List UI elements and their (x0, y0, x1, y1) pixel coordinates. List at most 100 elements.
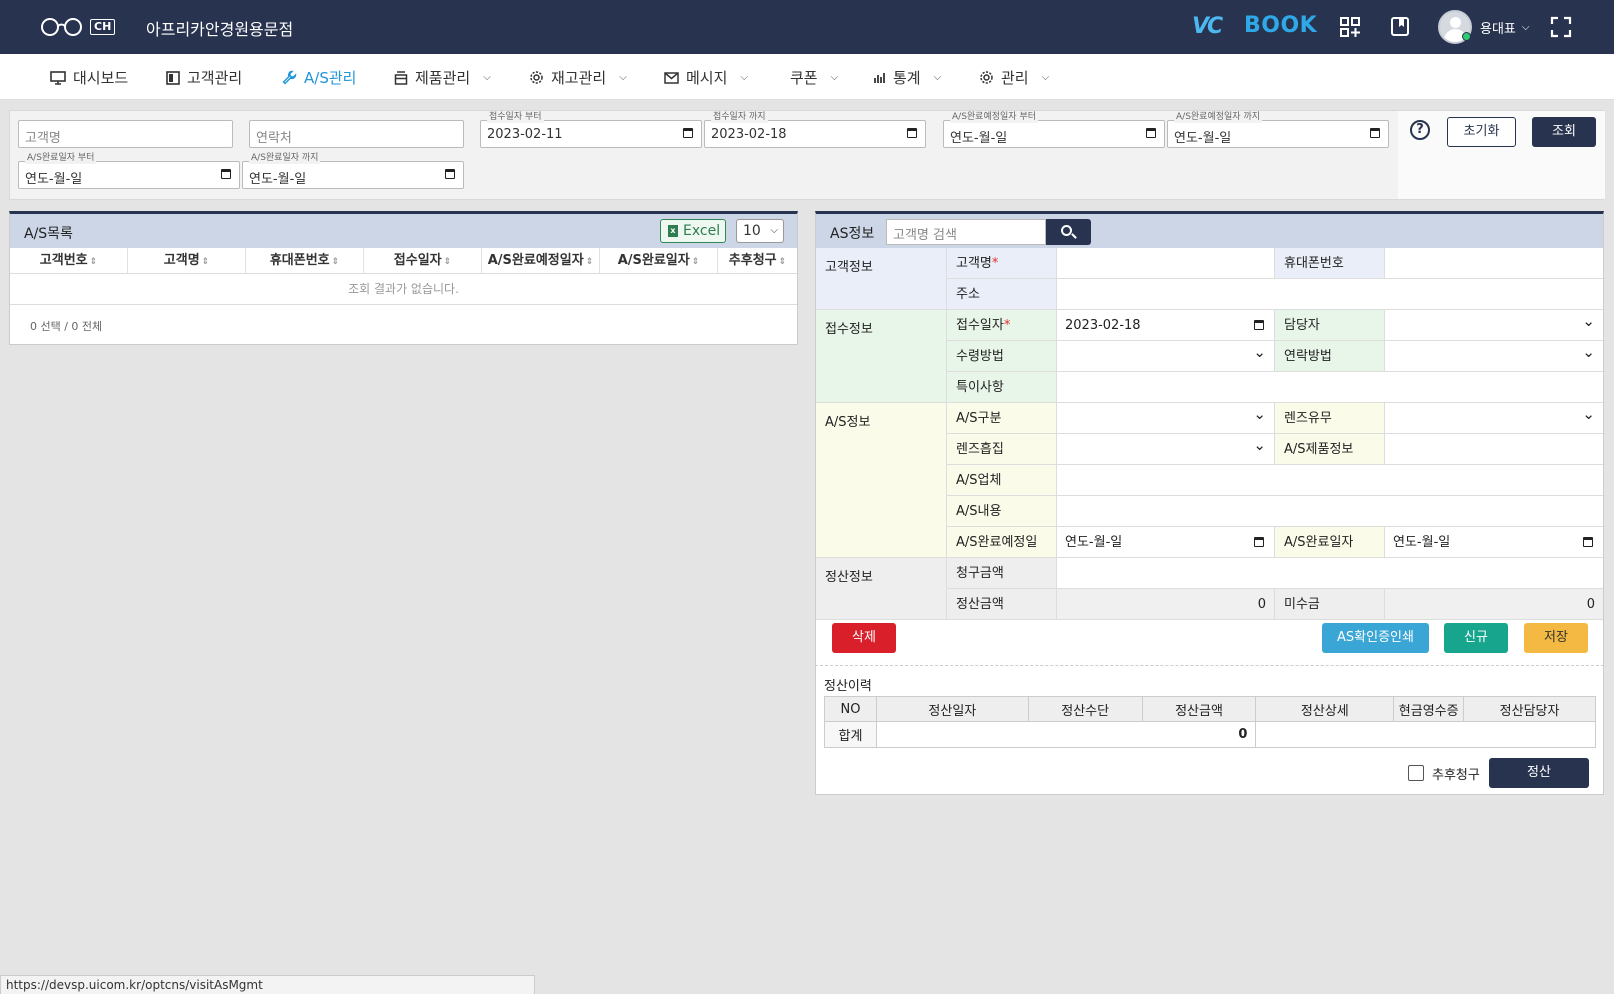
column-header[interactable]: 고객번호 ⇕ (10, 248, 128, 273)
calendar-icon (1254, 537, 1264, 547)
as-due-date-from[interactable]: A/S완료예정일자 부터 연도-월-일 (943, 112, 1165, 148)
menu-dashboard[interactable]: 대시보드 (50, 67, 128, 88)
wrench-icon (282, 70, 297, 85)
print-as-certificate-button[interactable]: AS확인증인쇄 (1322, 623, 1429, 653)
label-settled-amount: 정산금액 (947, 589, 1057, 620)
user-menu[interactable]: 용대표 ⌵ (1438, 10, 1529, 44)
label-as-vendor: A/S업체 (947, 465, 1057, 496)
excel-export-button[interactable]: x Excel (660, 219, 726, 243)
column-header[interactable]: A/S완료예정일자 ⇕ (482, 248, 600, 273)
contact-method-select[interactable] (1385, 337, 1603, 372)
divider (815, 665, 1604, 666)
menu-label: 메시지 (686, 69, 728, 87)
sort-icon: ⇕ (89, 257, 98, 267)
menu-label: 고객관리 (187, 69, 243, 87)
floating-label: A/S완료예정일자 까지 (1174, 112, 1263, 123)
as-done-date-field[interactable]: 연도-월-일 (1385, 527, 1603, 558)
calendar-icon[interactable] (907, 128, 917, 138)
menu-message[interactable]: 메시지 ⌵ (664, 67, 748, 88)
customer-name-filter[interactable]: 고객명 (18, 120, 233, 148)
manager-select[interactable] (1385, 306, 1603, 341)
remarks-field[interactable] (1057, 372, 1603, 403)
shop-name: 아프리카안경원용문점 (146, 20, 294, 39)
as-type-select[interactable] (1057, 399, 1275, 434)
label-remarks: 특이사항 (947, 372, 1057, 403)
new-button[interactable]: 신규 (1444, 623, 1508, 653)
excel-label: Excel (683, 223, 721, 239)
as-content-field[interactable] (1057, 496, 1603, 527)
mobile-field[interactable] (1385, 248, 1603, 279)
column-header: 정산금액 (1141, 696, 1257, 722)
column-header[interactable]: A/S완료일자 ⇕ (600, 248, 718, 273)
section-settlement: 정산정보 (816, 558, 947, 620)
as-done-date-from[interactable]: A/S완료일자 부터 연도-월-일 (18, 153, 240, 189)
help-icon[interactable]: ? (1410, 120, 1430, 140)
as-due-date-field[interactable]: 연도-월-일 (1057, 527, 1275, 558)
app-logo[interactable]: CH (40, 17, 116, 37)
menu-inventory[interactable]: 재고관리 ⌵ (529, 67, 627, 88)
floating-label: A/S완료일자 까지 (249, 153, 321, 164)
calendar-icon[interactable] (683, 128, 693, 138)
customer-name-field[interactable] (1057, 248, 1275, 279)
bill-amount-field[interactable] (1057, 558, 1603, 589)
settle-button[interactable]: 정산 (1489, 758, 1589, 788)
calendar-icon[interactable] (445, 169, 455, 179)
online-status-dot (1462, 32, 1471, 41)
page-size-select[interactable]: 10 ⌵ (736, 219, 784, 243)
calendar-icon[interactable] (1370, 128, 1380, 138)
menu-customer[interactable]: 고객관리 (166, 67, 242, 88)
panel-header: AS정보 고객명 검색 (816, 214, 1603, 248)
menu-label: A/S관리 (304, 69, 357, 87)
delete-button[interactable]: 삭제 (832, 623, 896, 653)
customer-search-button[interactable] (1046, 219, 1091, 245)
save-button[interactable]: 저장 (1524, 623, 1588, 653)
column-header[interactable]: 휴대폰번호 ⇕ (246, 248, 364, 273)
chevron-down-icon: ⌵ (619, 72, 627, 83)
empty-message: 조회 결과가 없습니다. (10, 274, 797, 305)
column-header[interactable]: 접수일자 ⇕ (364, 248, 482, 273)
reset-button[interactable]: 초기화 (1447, 117, 1516, 147)
brand-book-logo: BOOK (1244, 13, 1318, 38)
sort-icon: ⇕ (443, 257, 452, 267)
calendar-icon[interactable] (221, 169, 231, 179)
search-button[interactable]: 조회 (1532, 117, 1596, 147)
recv-date-from[interactable]: 접수일자 부터 2023-02-11 (480, 112, 702, 148)
address-field[interactable] (1057, 279, 1603, 310)
lens-collect-select[interactable] (1057, 430, 1275, 465)
contact-filter[interactable]: 연락처 (249, 120, 464, 148)
recv-date-to[interactable]: 접수일자 까지 2023-02-18 (704, 112, 926, 148)
as-due-date-to[interactable]: A/S완료예정일자 까지 연도-월-일 (1167, 112, 1389, 148)
chevron-down-icon: ⌵ (933, 72, 942, 83)
pickup-select[interactable] (1057, 337, 1275, 372)
chevron-down-icon: ⌵ (1041, 72, 1050, 83)
as-product-field[interactable] (1385, 434, 1603, 465)
lens-select[interactable] (1385, 399, 1603, 434)
selection-count: 0 선택 / 0 전체 (30, 320, 103, 333)
panel-title: AS정보 (830, 226, 875, 242)
sort-icon: ⇕ (201, 257, 210, 267)
calendar-icon[interactable] (1146, 128, 1156, 138)
column-header[interactable]: 추후청구 ⇕ (718, 248, 797, 273)
later-bill-checkbox[interactable] (1408, 765, 1424, 781)
customer-search-input[interactable]: 고객명 검색 (886, 219, 1046, 245)
as-done-date-to[interactable]: A/S완료일자 까지 연도-월-일 (242, 153, 464, 189)
bookmark-book-icon[interactable] (1388, 15, 1412, 39)
menu-statistics[interactable]: 통계 ⌵ (873, 67, 941, 88)
menu-coupon[interactable]: 쿠폰 ⌵ (790, 67, 838, 88)
column-header[interactable]: 고객명 ⇕ (128, 248, 246, 273)
as-vendor-field[interactable] (1057, 465, 1603, 496)
fullscreen-icon[interactable] (1549, 15, 1573, 39)
qr-add-icon[interactable] (1338, 15, 1362, 39)
label-pickup: 수령방법 (947, 341, 1057, 372)
menu-product[interactable]: 제품관리 ⌵ (394, 67, 491, 88)
section-customer: 고객정보 (816, 248, 947, 310)
as-list-panel: A/S목록 x Excel 10 ⌵ 고객번호 ⇕ 고객명 ⇕ 휴대폰번호 ⇕ 접수일… (9, 211, 798, 345)
menu-admin[interactable]: 관리 ⌵ (979, 67, 1049, 88)
total-value: 0 (875, 721, 1257, 748)
menu-as[interactable]: A/S관리 (282, 67, 356, 88)
recv-date-field[interactable]: 2023-02-18 (1057, 310, 1275, 341)
date-value: 2023-02-11 (487, 127, 563, 142)
page-size-value: 10 (743, 223, 761, 239)
brand-vc-logo: VC (1192, 14, 1223, 39)
gear-icon (530, 71, 543, 84)
